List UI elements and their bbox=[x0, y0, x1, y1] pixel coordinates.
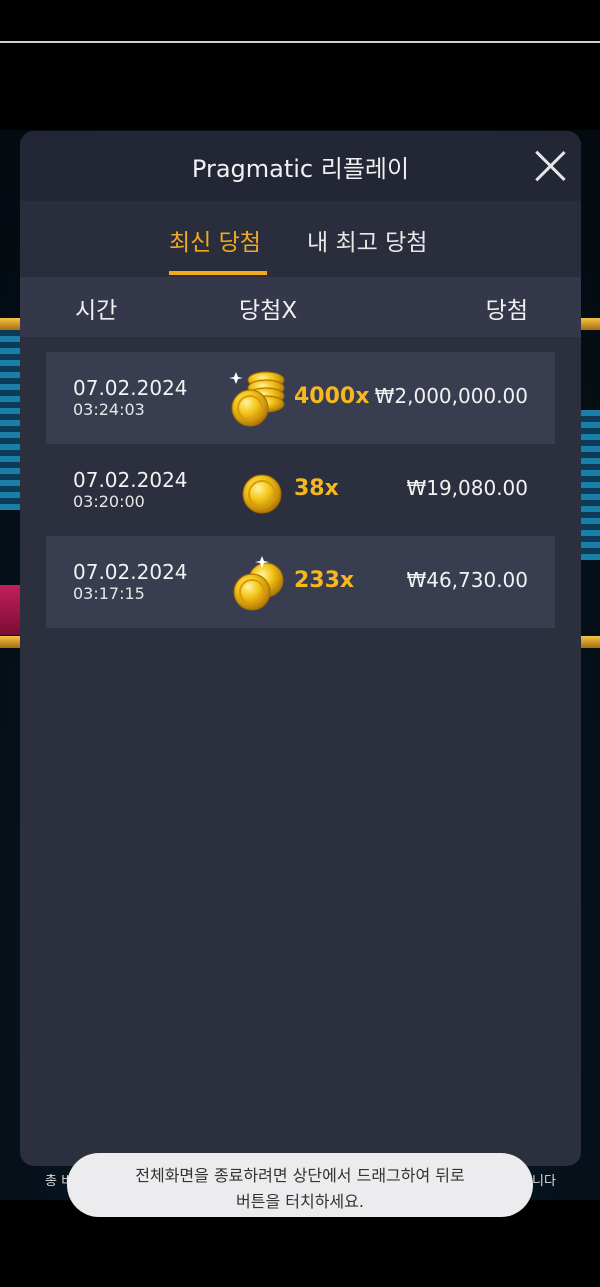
row-time: 03:20:00 bbox=[73, 492, 145, 511]
game-frame-gold-left bbox=[0, 318, 22, 330]
game-symbol-edge bbox=[0, 585, 22, 635]
toast-line-2: 버튼을 터치하세요. bbox=[236, 1192, 364, 1211]
table-header: 시간 당첨X 당첨 bbox=[20, 277, 581, 337]
row-time: 03:24:03 bbox=[73, 400, 145, 419]
game-reel-edge-left bbox=[0, 330, 22, 510]
row-win-amount: ₩2,000,000.00 bbox=[374, 384, 528, 408]
coin-stack-icon bbox=[229, 371, 285, 427]
tab-latest-wins[interactable]: 최신 당첨 bbox=[169, 223, 261, 257]
row-win-amount: ₩46,730.00 bbox=[406, 568, 528, 592]
tab-my-best-wins[interactable]: 내 최고 당첨 bbox=[307, 223, 427, 257]
row-date: 07.02.2024 bbox=[73, 560, 188, 584]
fullscreen-exit-toast: 전체화면을 종료하려면 상단에서 드래그하여 뒤로 버튼을 터치하세요. bbox=[67, 1153, 533, 1217]
modal-header: Pragmatic 리플레이 bbox=[20, 131, 581, 201]
active-tab-indicator bbox=[169, 271, 267, 275]
tab-bar: 최신 당첨 내 최고 당첨 bbox=[20, 201, 581, 277]
row-multiplier: 38x bbox=[294, 476, 339, 501]
row-date: 07.02.2024 bbox=[73, 376, 188, 400]
modal-title: Pragmatic 리플레이 bbox=[191, 155, 410, 183]
status-divider bbox=[0, 41, 600, 43]
game-frame-gold-right-lower bbox=[578, 636, 600, 648]
close-icon[interactable] bbox=[533, 149, 567, 183]
game-bottom-text-right: 니다 bbox=[532, 1174, 556, 1189]
column-time: 시간 bbox=[75, 298, 118, 324]
table-row[interactable]: 07.02.2024 03:17:15 233x ₩46,730.00 bbox=[46, 536, 555, 628]
table-row[interactable]: 07.02.2024 03:20:00 38x ₩19,080.00 bbox=[46, 444, 555, 536]
single-coin-icon bbox=[242, 474, 282, 514]
row-date: 07.02.2024 bbox=[73, 468, 188, 492]
row-multiplier: 233x bbox=[294, 568, 355, 593]
row-win-amount: ₩19,080.00 bbox=[406, 476, 528, 500]
column-win: 당첨 bbox=[485, 298, 528, 324]
two-coins-icon bbox=[233, 556, 284, 611]
row-time: 03:17:15 bbox=[73, 584, 145, 603]
game-frame-gold-right bbox=[578, 318, 600, 330]
column-multiplier: 당첨X bbox=[239, 298, 298, 324]
game-reel-edge-right bbox=[578, 410, 600, 560]
toast-line-1: 전체화면을 종료하려면 상단에서 드래그하여 뒤로 bbox=[135, 1166, 465, 1185]
table-row[interactable]: 07.02.2024 03:24:03 4000x ₩2,000,000.00 bbox=[46, 352, 555, 444]
game-frame-gold-left-lower bbox=[0, 636, 22, 648]
row-multiplier: 4000x bbox=[294, 384, 370, 409]
win-list: 07.02.2024 03:24:03 4000x ₩2,000,000.00 bbox=[46, 352, 555, 628]
replay-modal: Pragmatic 리플레이 최신 당첨 내 최고 당첨 시간 당첨X 당첨 0… bbox=[20, 131, 581, 1166]
